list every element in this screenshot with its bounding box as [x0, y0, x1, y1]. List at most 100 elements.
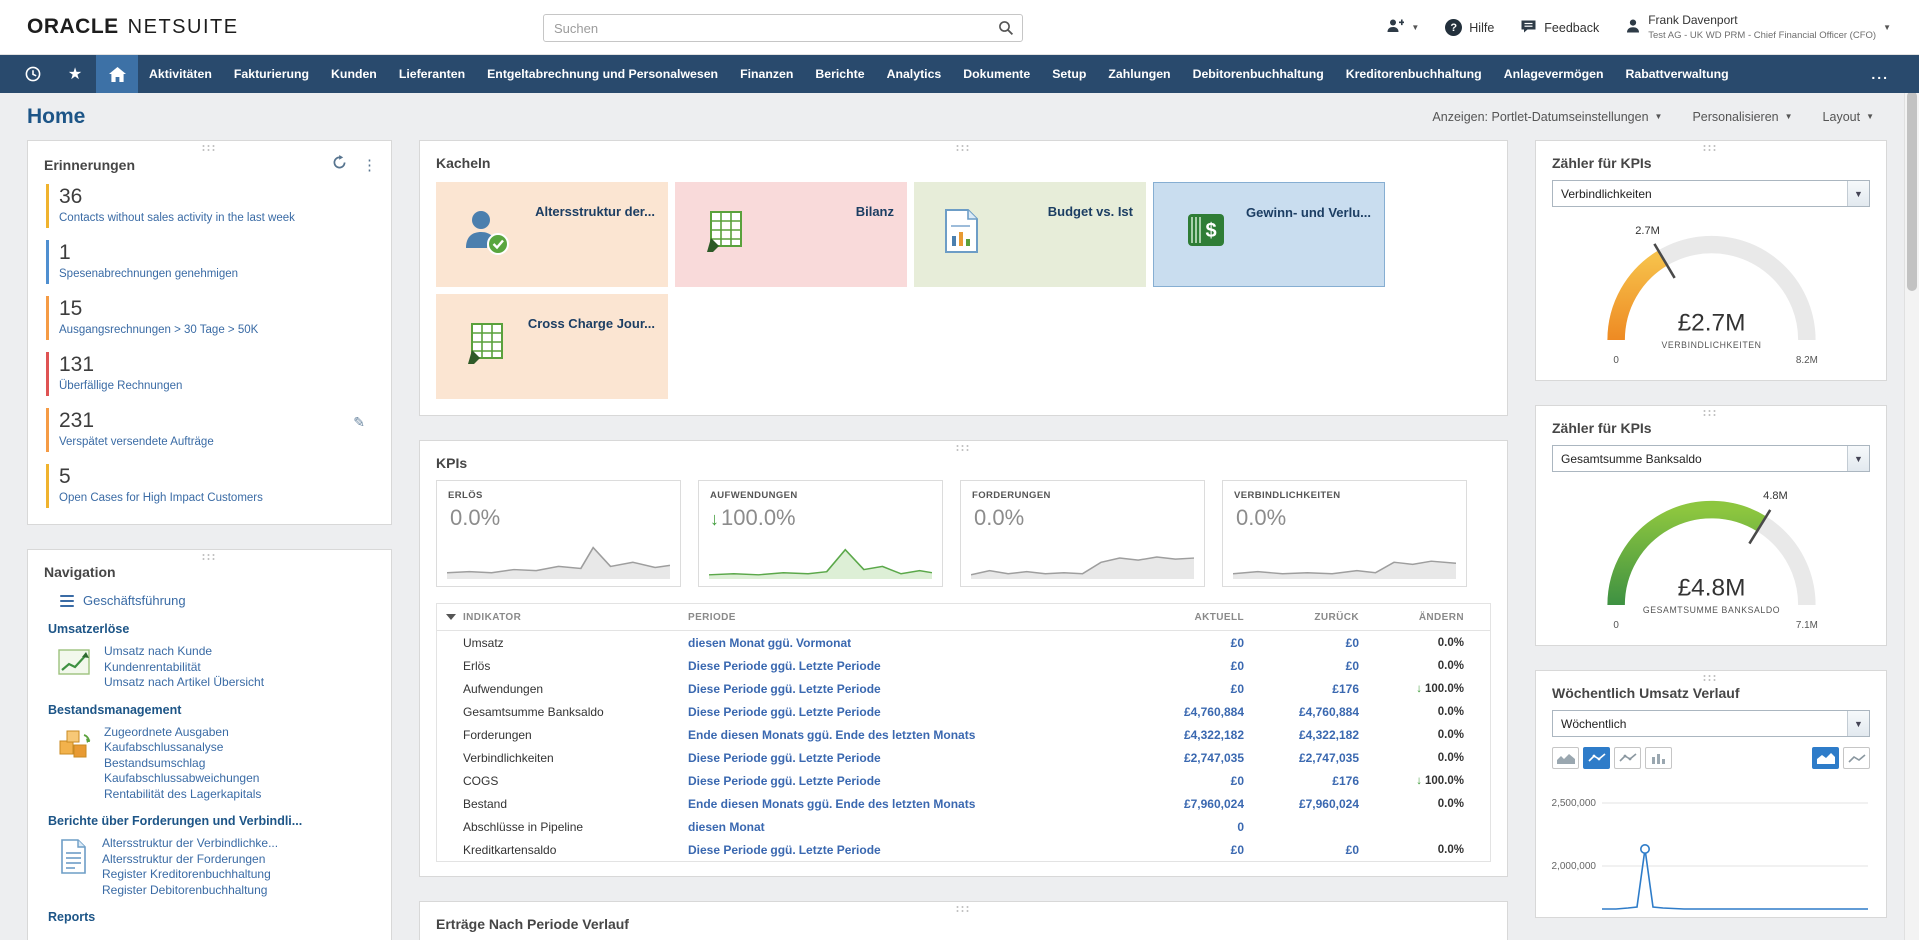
nav-link-register-kreditorenbuchhaltung[interactable]: Register Kreditorenbuchhaltung	[102, 867, 278, 883]
previous-value-link[interactable]: £7,960,024	[1299, 797, 1359, 811]
nav-link-altersstruktur-verbindlichkeiten[interactable]: Altersstruktur der Verbindlichke...	[102, 836, 278, 852]
line-chart-button[interactable]	[1583, 747, 1610, 769]
current-value-link[interactable]: £2,747,035	[1184, 751, 1244, 765]
personalize-control[interactable]: Personalisieren ▼	[1692, 110, 1792, 124]
nav-tab-rabattverwaltung[interactable]: Rabattverwaltung	[1614, 55, 1739, 93]
period-link[interactable]: Ende des letzten Monats	[835, 797, 975, 811]
nav-tab-kreditorenbuchhaltung[interactable]: Kreditorenbuchhaltung	[1335, 55, 1493, 93]
previous-value-link[interactable]: £0	[1346, 636, 1359, 650]
period-link[interactable]: Ende diesen Monats	[688, 728, 804, 742]
kpi-card-verbindlichkeiten[interactable]: VERBINDLICHKEITEN 0.0%	[1222, 480, 1467, 587]
quick-add-button[interactable]: ▼	[1386, 18, 1419, 37]
area-chart-button[interactable]	[1552, 747, 1579, 769]
current-value-link[interactable]: £4,322,182	[1184, 728, 1244, 742]
period-link[interactable]: Letzte Periode	[799, 682, 881, 696]
period-link[interactable]: Letzte Periode	[799, 751, 881, 765]
nav-link-kaufabschlussanalyse[interactable]: Kaufabschlussanalyse	[104, 740, 261, 756]
vertical-scrollbar[interactable]	[1904, 87, 1919, 940]
reminder-overdue-invoices[interactable]: 131 Überfällige Rechnungen	[46, 352, 377, 396]
previous-value-link[interactable]: £0	[1346, 843, 1359, 857]
nav-link-rentabilitaet-lagerkapital[interactable]: Rentabilität des Lagerkapitals	[104, 787, 261, 803]
layout-control[interactable]: Layout ▼	[1823, 110, 1874, 124]
line-markers-chart-button[interactable]	[1614, 747, 1641, 769]
tile-bilanz[interactable]: Bilanz	[675, 182, 907, 287]
previous-value-link[interactable]: £0	[1346, 659, 1359, 673]
reminder-contacts-no-activity[interactable]: 36 Contacts without sales activity in th…	[46, 184, 377, 228]
nav-tab-setup[interactable]: Setup	[1041, 55, 1097, 93]
home-icon[interactable]	[96, 55, 138, 93]
nav-link-altersstruktur-forderungen[interactable]: Altersstruktur der Forderungen	[102, 852, 278, 868]
nav-tab-zahlungen[interactable]: Zahlungen	[1097, 55, 1181, 93]
period-link[interactable]: Diese Periode	[688, 659, 767, 673]
refresh-icon[interactable]	[332, 155, 347, 175]
scrollbar-thumb[interactable]	[1907, 91, 1917, 291]
portlet-drag-handle[interactable]	[202, 554, 217, 562]
previous-value-link[interactable]: £176	[1332, 682, 1359, 696]
previous-value-link[interactable]: £2,747,035	[1299, 751, 1359, 765]
kpi-table-menu-caret[interactable]	[446, 614, 456, 620]
portlet-drag-handle[interactable]	[1703, 145, 1719, 153]
nav-link-kundenrentabilitaet[interactable]: Kundenrentabilität	[104, 660, 264, 676]
current-value-link[interactable]: £0	[1231, 682, 1244, 696]
nav-tab-entgeltabrechnung[interactable]: Entgeltabrechnung und Personalwesen	[476, 55, 729, 93]
tile-cross-charge[interactable]: Cross Charge Jour...	[436, 294, 668, 399]
nav-link-zugeordnete-ausgaben[interactable]: Zugeordnete Ausgaben	[104, 725, 261, 741]
portlet-drag-handle[interactable]	[956, 145, 971, 153]
edit-pencil-icon[interactable]: ✎	[353, 414, 365, 431]
nav-more-button[interactable]: ...	[1871, 55, 1889, 93]
kpi-card-aufwendungen[interactable]: AUFWENDUNGEN ↓100.0%	[698, 480, 943, 587]
nav-link-geschaeftsfuehrung[interactable]: Geschäftsführung	[60, 593, 375, 608]
nav-tab-kunden[interactable]: Kunden	[320, 55, 388, 93]
reminder-invoices-30-days[interactable]: 15 Ausgangsrechnungen > 30 Tage > 50K	[46, 296, 377, 340]
period-link[interactable]: Diese Periode	[688, 705, 767, 719]
current-value-link[interactable]: £0	[1231, 659, 1244, 673]
user-menu[interactable]: Frank Davenport Test AG - UK WD PRM - Ch…	[1625, 13, 1891, 43]
current-value-link[interactable]: £0	[1231, 843, 1244, 857]
reminder-open-cases[interactable]: 5 Open Cases for High Impact Customers	[46, 464, 377, 508]
favorites-star-icon[interactable]: ★	[54, 55, 96, 93]
nav-link-register-debitorenbuchhaltung[interactable]: Register Debitorenbuchhaltung	[102, 883, 278, 899]
period-link[interactable]: Diese Periode	[688, 774, 767, 788]
reminder-expense-approvals[interactable]: 1 Spesenabrechnungen genehmigen	[46, 240, 377, 284]
feedback-button[interactable]: Feedback	[1520, 19, 1599, 37]
netsuite-logo[interactable]: ORACLE NETSUITE	[27, 15, 239, 39]
chart-view-button[interactable]	[1812, 747, 1839, 769]
kpi-meter-select[interactable]: Gesamtsumme Banksaldo ▼	[1552, 445, 1870, 472]
period-link[interactable]: Ende des letzten Monats	[835, 728, 975, 742]
reminder-late-orders[interactable]: 231 Verspätet versendete Aufträge ✎	[46, 408, 377, 452]
nav-tab-aktivitaeten[interactable]: Aktivitäten	[138, 55, 223, 93]
view-dates-control[interactable]: Anzeigen: Portlet-Datumseinstellungen ▼	[1432, 110, 1662, 124]
previous-value-link[interactable]: £4,322,182	[1299, 728, 1359, 742]
nav-tab-berichte[interactable]: Berichte	[804, 55, 875, 93]
search-icon[interactable]	[990, 15, 1022, 41]
period-link[interactable]: Diese Periode	[688, 843, 767, 857]
kpi-card-forderungen[interactable]: FORDERUNGEN 0.0%	[960, 480, 1205, 587]
portlet-drag-handle[interactable]	[1703, 410, 1719, 418]
tile-gewinn-und-verlust[interactable]: $ Gewinn- und Verlu...	[1153, 182, 1385, 287]
nav-tab-anlagevermoegen[interactable]: Anlagevermögen	[1493, 55, 1615, 93]
tile-altersstruktur[interactable]: Altersstruktur der...	[436, 182, 668, 287]
current-value-link[interactable]: £4,760,884	[1184, 705, 1244, 719]
current-value-link[interactable]: £7,960,024	[1184, 797, 1244, 811]
trend-period-select[interactable]: Wöchentlich ▼	[1552, 710, 1870, 737]
portlet-menu-icon[interactable]: ⋮	[362, 158, 377, 173]
nav-link-umsatz-nach-kunde[interactable]: Umsatz nach Kunde	[104, 644, 264, 660]
period-link[interactable]: Letzte Periode	[799, 705, 881, 719]
period-link[interactable]: Ende diesen Monats	[688, 797, 804, 811]
nav-tab-dokumente[interactable]: Dokumente	[952, 55, 1041, 93]
current-value-link[interactable]: 0	[1237, 820, 1244, 834]
period-link[interactable]: diesen Monat	[688, 636, 765, 650]
period-link[interactable]: Letzte Periode	[799, 659, 881, 673]
bar-chart-button[interactable]	[1645, 747, 1672, 769]
nav-tab-debitorenbuchhaltung[interactable]: Debitorenbuchhaltung	[1182, 55, 1335, 93]
kpi-card-erloes[interactable]: ERLÖS 0.0%	[436, 480, 681, 587]
portlet-drag-handle[interactable]	[956, 445, 971, 453]
portlet-drag-handle[interactable]	[202, 145, 217, 153]
current-value-link[interactable]: £0	[1231, 774, 1244, 788]
tile-budget-vs-ist[interactable]: Budget vs. Ist	[914, 182, 1146, 287]
kpi-meter-select[interactable]: Verbindlichkeiten ▼	[1552, 180, 1870, 207]
help-button[interactable]: ? Hilfe	[1445, 19, 1494, 36]
previous-value-link[interactable]: £176	[1332, 774, 1359, 788]
period-link[interactable]: Vormonat	[796, 636, 851, 650]
recents-icon[interactable]	[12, 55, 54, 93]
